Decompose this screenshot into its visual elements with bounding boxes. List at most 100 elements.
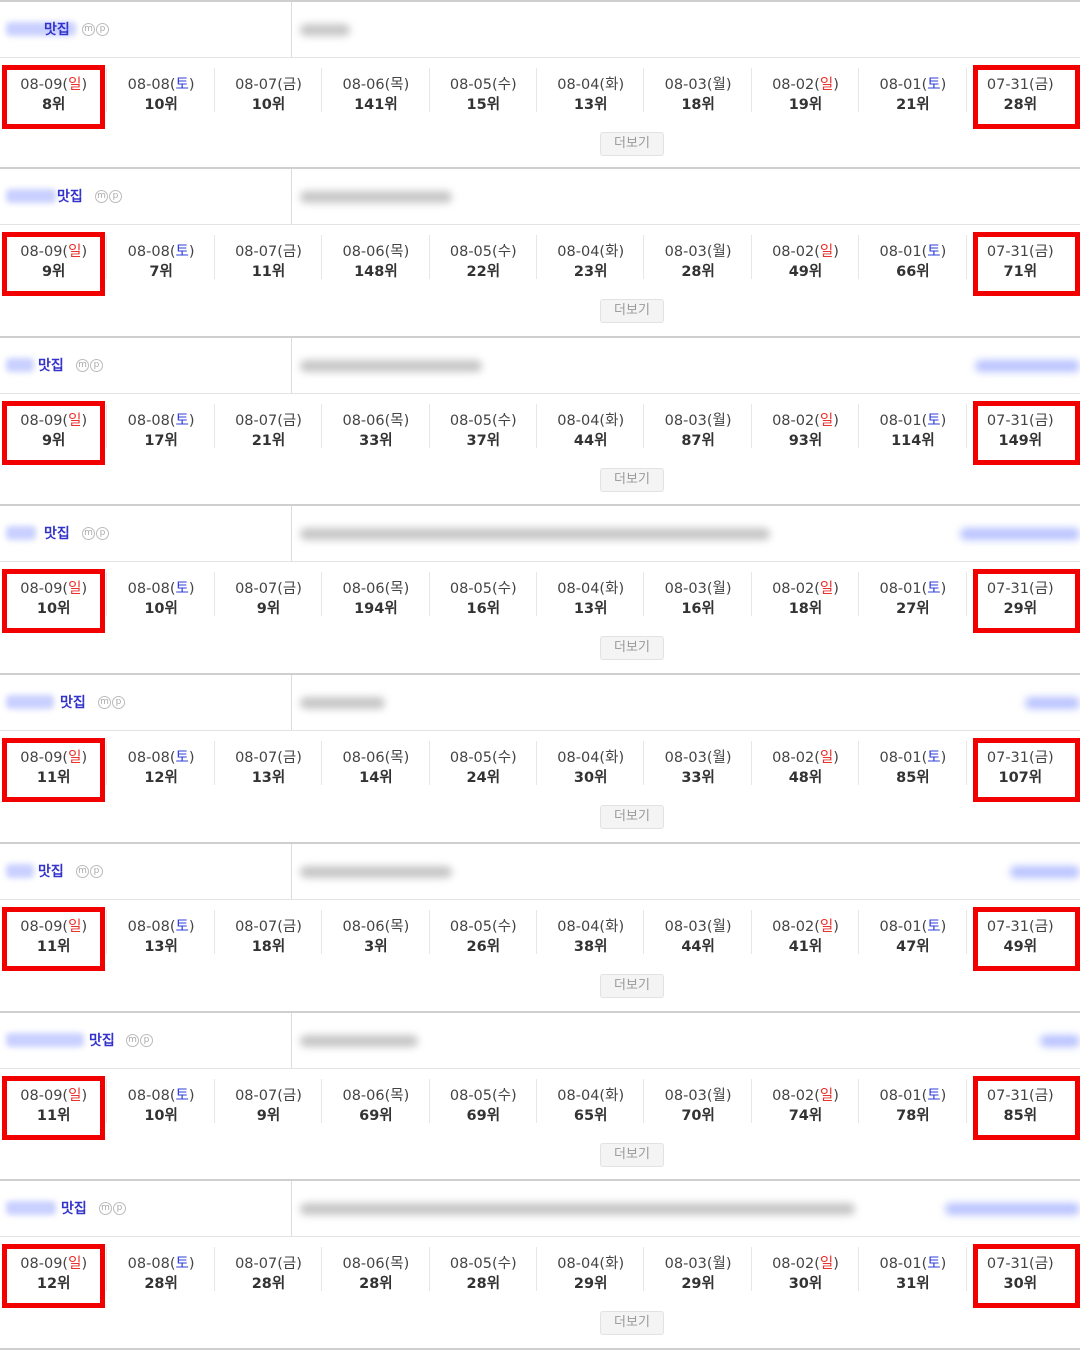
rank-weekday: 수 xyxy=(497,1087,512,1104)
rank-date: 08-01(토) xyxy=(879,750,947,766)
daily-rank-cell: 08-09(일) 11위 xyxy=(0,731,108,797)
rank-date: 08-03(월) xyxy=(664,581,732,598)
keyword-link[interactable]: 맛집 xyxy=(61,1198,87,1218)
mobile-badge[interactable]: m xyxy=(98,696,111,709)
daily-rank-cell: 08-05(수) 16위 xyxy=(430,562,538,628)
rank-date-value: 08-06 xyxy=(342,1087,385,1104)
pc-badge[interactable]: p xyxy=(96,23,109,36)
rank-date: 08-05(수) xyxy=(449,1087,517,1104)
mobile-badge[interactable]: m xyxy=(82,23,95,36)
more-button[interactable]: 더보기 xyxy=(600,973,664,998)
pc-badge[interactable]: p xyxy=(113,1202,126,1216)
rank-value: 18위 xyxy=(788,601,823,618)
pc-badge[interactable]: p xyxy=(109,189,122,203)
rank-value: 9위 xyxy=(41,432,66,449)
rank-date-value: 08-07 xyxy=(235,1256,278,1273)
keyword-link[interactable]: 맛집 xyxy=(38,861,64,881)
daily-rank-cell: 08-03(월) 18위 xyxy=(644,58,753,124)
mobile-badge[interactable]: m xyxy=(99,1202,112,1216)
pc-badge[interactable]: p xyxy=(112,696,125,709)
daily-rank-cell: 08-08(토) 13위 xyxy=(107,900,216,966)
daily-rank-cell: 08-01(토) 78위 xyxy=(859,1069,967,1135)
keyword-link[interactable]: 맛집 xyxy=(44,523,70,543)
mobile-badge[interactable]: m xyxy=(76,864,89,878)
keyword-rank-block: 맛집 m p 08-09(일) 8위 08-08(토) 10위 08-07(금) 10위 08-0… xyxy=(0,0,1080,169)
pc-badge[interactable]: p xyxy=(140,1033,153,1047)
daily-rank-cell: 08-03(월) 44위 xyxy=(644,900,753,966)
rank-date-value: 08-03 xyxy=(664,918,707,935)
daily-rank-cell: 08-03(월) 87위 xyxy=(644,394,753,460)
daily-rank-cell: 07-31(금) 85위 xyxy=(967,1069,1074,1135)
daily-rank-cell: 07-31(금) 30위 xyxy=(967,1237,1074,1303)
rank-date: 08-09(일) xyxy=(20,1087,88,1104)
rank-date-value: 08-03 xyxy=(664,581,707,598)
more-button[interactable]: 더보기 xyxy=(600,298,664,323)
rank-weekday: 금 xyxy=(282,750,297,766)
keyword-link[interactable]: 맛집 xyxy=(57,186,83,206)
rank-value: 149위 xyxy=(998,432,1043,449)
rank-date: 08-06(목) xyxy=(342,243,410,260)
link-redacted xyxy=(945,1203,1080,1216)
pc-badge[interactable]: p xyxy=(96,527,109,541)
rank-weekday: 월 xyxy=(712,77,726,93)
rank-date-value: 07-31 xyxy=(986,581,1030,598)
rank-date: 07-31(금) xyxy=(986,581,1054,598)
rank-date: 08-06(목) xyxy=(342,412,410,429)
more-button[interactable]: 더보기 xyxy=(600,805,664,829)
keyword-header: 맛집 m p xyxy=(0,675,1080,731)
mobile-badge[interactable]: m xyxy=(76,358,89,372)
rank-weekday: 화 xyxy=(605,243,619,260)
rank-date-value: 08-01 xyxy=(879,412,922,429)
rank-value: 33위 xyxy=(681,770,715,786)
daily-rank-cell: 08-04(화) 38위 xyxy=(537,900,645,966)
rank-date-value: 07-31 xyxy=(986,243,1030,260)
header-divider xyxy=(291,843,292,899)
keyword-link[interactable]: 맛집 xyxy=(89,1030,115,1050)
daily-rank-cell: 08-05(수) 26위 xyxy=(430,900,538,966)
daily-rank-cell: 07-31(금) 28위 xyxy=(967,58,1074,124)
mobile-badge[interactable]: m xyxy=(82,527,95,541)
more-button[interactable]: 더보기 xyxy=(600,132,664,156)
rank-date-value: 08-03 xyxy=(664,1256,707,1273)
mobile-badge[interactable]: m xyxy=(126,1033,139,1047)
pc-badge[interactable]: p xyxy=(90,358,103,372)
rank-date: 08-06(목) xyxy=(342,750,410,766)
pc-badge[interactable]: p xyxy=(90,864,103,878)
rank-value: 29위 xyxy=(681,1276,715,1293)
rank-date-value: 08-04 xyxy=(557,1087,600,1104)
rank-weekday: 목 xyxy=(390,581,404,598)
rank-weekday: 토 xyxy=(175,1256,189,1273)
rank-date: 08-09(일) xyxy=(20,412,88,429)
keyword-link[interactable]: 맛집 xyxy=(44,19,70,39)
rank-date: 08-07(금) xyxy=(235,750,302,766)
rank-date: 08-01(토) xyxy=(879,581,947,598)
rank-date: 08-02(일) xyxy=(772,918,839,935)
more-button[interactable]: 더보기 xyxy=(600,1311,664,1336)
rank-date-value: 08-05 xyxy=(449,77,493,93)
rank-value: 87위 xyxy=(681,432,715,449)
rank-weekday: 일 xyxy=(819,77,834,93)
more-button[interactable]: 더보기 xyxy=(600,1142,664,1167)
rank-value: 9위 xyxy=(256,601,281,618)
more-button[interactable]: 더보기 xyxy=(600,636,664,661)
rank-date: 08-01(토) xyxy=(879,918,947,935)
place-info-redacted xyxy=(300,865,452,878)
rank-weekday: 월 xyxy=(712,918,726,935)
rank-value: 12위 xyxy=(144,770,178,786)
rank-date-value: 08-04 xyxy=(557,581,600,598)
rank-weekday: 토 xyxy=(175,77,189,93)
rank-weekday: 금 xyxy=(1034,581,1049,598)
rank-date: 08-01(토) xyxy=(879,1256,947,1273)
more-button[interactable]: 더보기 xyxy=(600,467,664,492)
rank-weekday: 일 xyxy=(819,918,834,935)
rank-weekday: 수 xyxy=(497,77,512,93)
rank-date-value: 08-06 xyxy=(342,412,385,429)
rank-date: 07-31(금) xyxy=(986,243,1054,260)
rank-date-value: 08-07 xyxy=(235,1087,278,1104)
rank-value: 21위 xyxy=(896,97,930,113)
rank-value: 29위 xyxy=(573,1276,608,1293)
daily-rank-cell: 08-02(일) 30위 xyxy=(752,1237,860,1303)
keyword-link[interactable]: 맛집 xyxy=(60,692,86,712)
keyword-link[interactable]: 맛집 xyxy=(38,355,64,375)
mobile-badge[interactable]: m xyxy=(95,189,108,203)
